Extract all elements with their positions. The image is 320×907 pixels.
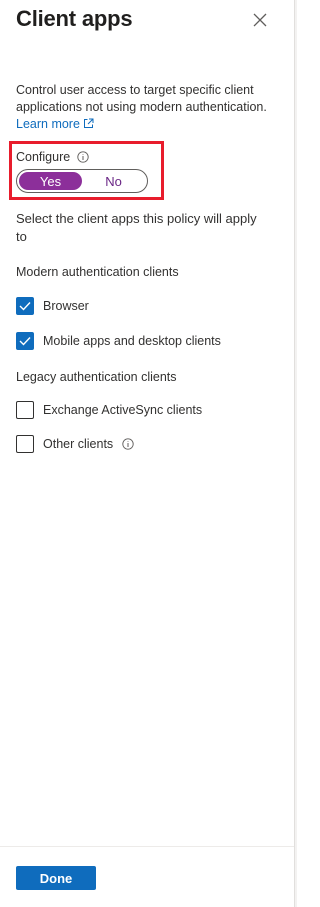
checkbox-label: Browser <box>43 299 89 313</box>
checkbox-label: Exchange ActiveSync clients <box>43 403 203 417</box>
checkbox-unchecked-icon[interactable] <box>16 401 34 419</box>
legacy-auth-heading: Legacy authentication clients <box>16 370 177 384</box>
toggle-option-yes[interactable]: Yes <box>19 172 82 190</box>
done-button[interactable]: Done <box>16 866 96 890</box>
checkbox-browser[interactable]: Browser <box>16 297 89 315</box>
toggle-option-no[interactable]: No <box>82 172 145 190</box>
description-text: Control user access to target specific c… <box>16 83 267 114</box>
configure-label-text: Configure <box>16 150 71 164</box>
checkbox-other-clients[interactable]: Other clients <box>16 435 134 453</box>
configure-label: Configure <box>16 150 89 164</box>
info-icon <box>77 151 89 163</box>
checkbox-label: Other clients <box>43 437 114 451</box>
panel-title: Client apps <box>16 6 133 31</box>
close-icon[interactable] <box>252 12 268 28</box>
select-apps-text: Select the client apps this policy will … <box>16 211 257 244</box>
checkbox-exchange-activesync[interactable]: Exchange ActiveSync clients <box>16 401 202 419</box>
footer-divider <box>0 846 294 847</box>
modern-auth-heading: Modern authentication clients <box>16 265 179 279</box>
external-link-icon <box>83 118 94 128</box>
info-icon <box>122 438 134 450</box>
learn-more-label: Learn more <box>16 117 80 131</box>
learn-more-link[interactable]: Learn more <box>16 117 94 131</box>
checkbox-checked-icon[interactable] <box>16 332 34 350</box>
client-apps-panel: Client apps Control user access to targe… <box>0 0 294 907</box>
panel-description: Control user access to target specific c… <box>16 82 280 133</box>
panel-edge <box>294 0 297 907</box>
checkbox-mobile-desktop[interactable]: Mobile apps and desktop clients <box>16 332 221 350</box>
checkbox-label: Mobile apps and desktop clients <box>43 334 221 348</box>
checkbox-unchecked-icon[interactable] <box>16 435 34 453</box>
configure-toggle[interactable]: Yes No <box>16 169 148 193</box>
checkbox-checked-icon[interactable] <box>16 297 34 315</box>
